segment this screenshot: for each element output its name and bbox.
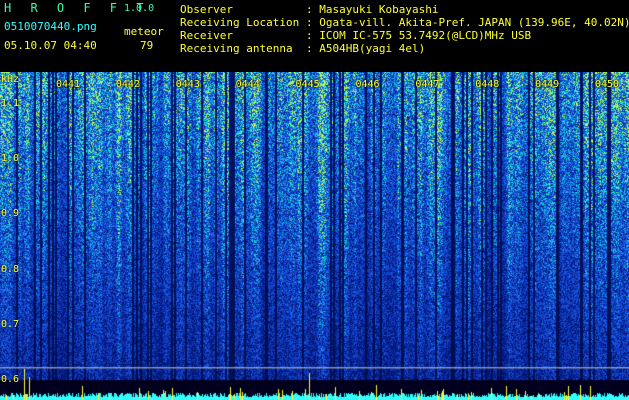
- x-tick-label: 0450: [595, 79, 620, 90]
- y-axis-unit-label: kHz: [1, 74, 20, 85]
- y-tick-label: 1.0: [1, 153, 20, 165]
- observer-key: Observer: [180, 3, 233, 16]
- x-tick-label: 0449: [535, 79, 560, 90]
- y-tick-label: 0.9: [1, 208, 20, 220]
- location-key: Receiving Location: [180, 16, 300, 29]
- timestamp: 05.10.07 04:40: [4, 39, 97, 52]
- event-type: meteor: [124, 25, 164, 38]
- y-tick-label: 0.7: [1, 318, 20, 330]
- x-tick-label: 0441: [56, 79, 81, 90]
- x-tick-label: 0446: [355, 79, 380, 90]
- app-version: 1.0.0: [124, 3, 155, 14]
- location-value: : Ogata-vill. Akita-Pref. JAPAN (139.96E…: [306, 16, 629, 29]
- antenna-value: : A504HB(yagi 4el): [306, 42, 426, 55]
- antenna-key: Receiving antenna: [180, 42, 293, 55]
- x-tick-label: 0444: [235, 79, 260, 90]
- observer-value: : Masayuki Kobayashi: [306, 3, 439, 16]
- y-tick-label: 1.1: [1, 98, 20, 110]
- event-count: 79: [140, 39, 154, 52]
- receiver-value: : ICOM IC-575 53.7492(@LCD)MHz USB: [306, 29, 532, 42]
- file-name: 0510070440.png: [4, 20, 97, 33]
- x-tick-label: 0447: [415, 79, 440, 90]
- spectrogram-panel: [0, 72, 629, 400]
- y-tick-label: 0.6: [1, 374, 20, 385]
- x-tick-label: 0448: [475, 79, 500, 90]
- x-tick-label: 0445: [295, 79, 320, 90]
- x-tick-label: 0443: [175, 79, 200, 90]
- receiver-key: Receiver: [180, 29, 233, 42]
- y-tick-label: 0.8: [1, 263, 20, 275]
- x-tick-label: 0442: [115, 79, 140, 90]
